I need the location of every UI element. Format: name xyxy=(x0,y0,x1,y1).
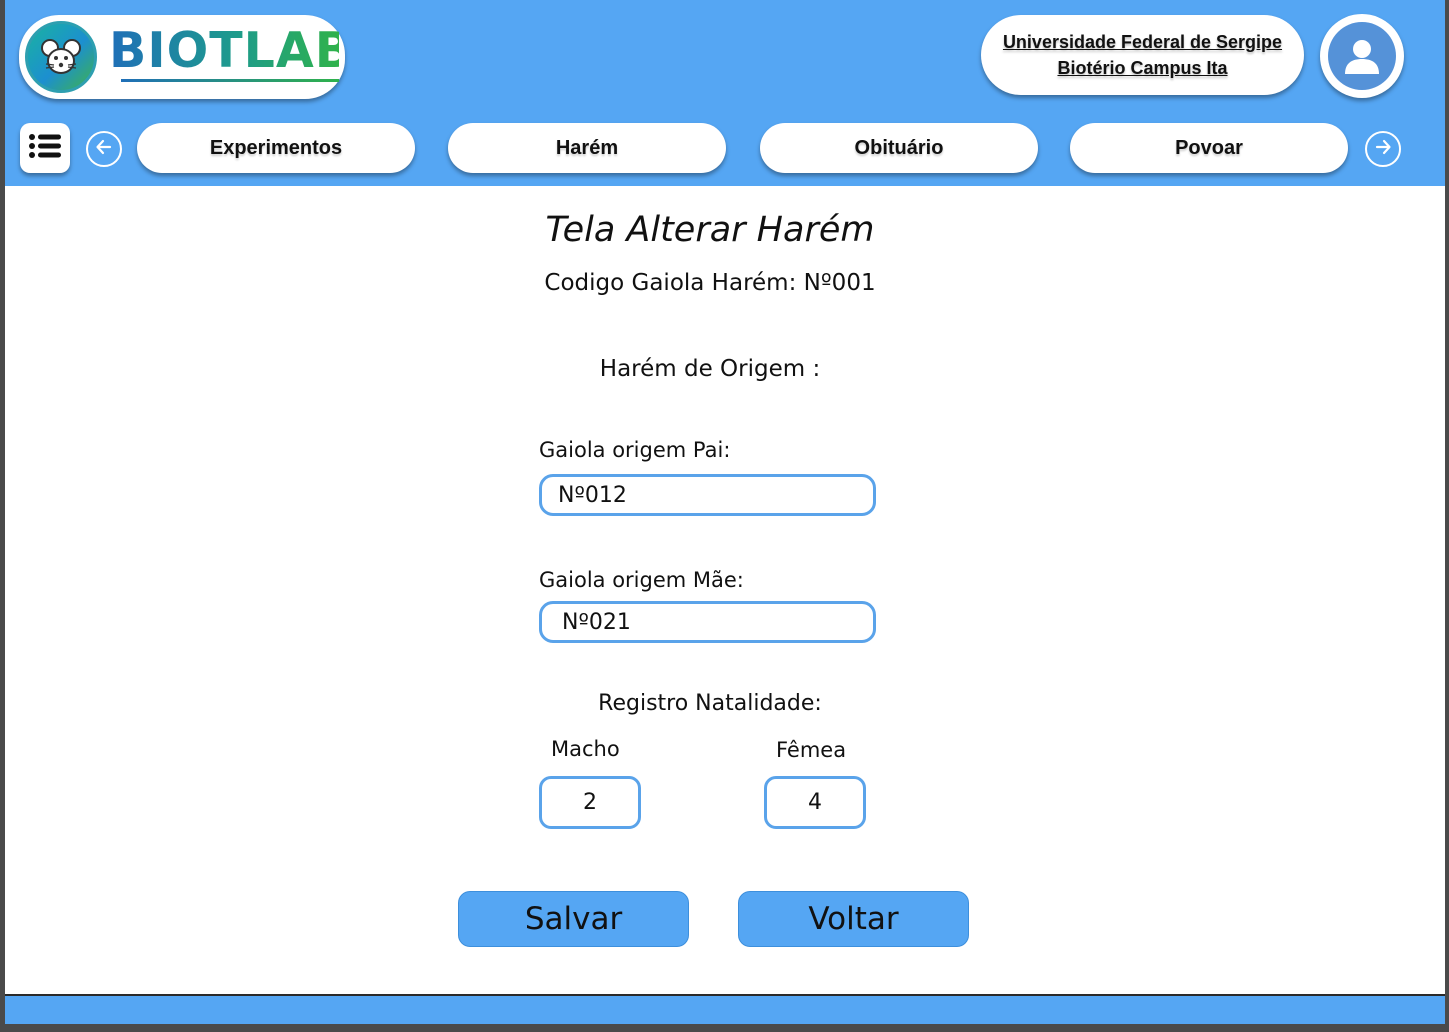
logo-text: BIOTLAB xyxy=(109,22,354,79)
tab-experimentos[interactable]: Experimentos xyxy=(137,123,415,173)
mouse-icon xyxy=(25,21,97,93)
origin-heading: Harém de Origem : xyxy=(599,356,821,382)
female-label: Fêmea xyxy=(776,738,847,762)
footer-bar xyxy=(5,994,1445,1024)
menu-button[interactable] xyxy=(20,123,70,173)
page-title: Tela Alterar Harém xyxy=(545,210,875,250)
tab-harem[interactable]: Harém xyxy=(448,123,726,173)
mother-cage-label: Gaiola origem Mãe: xyxy=(539,568,744,592)
header-bar: BIOTLAB Universidade Federal de Sergipe … xyxy=(5,0,1445,186)
next-button[interactable] xyxy=(1365,131,1401,167)
user-icon xyxy=(1328,22,1396,90)
save-button[interactable]: Salvar xyxy=(458,891,689,947)
institution-campus: Biotério Campus Ita xyxy=(1057,58,1228,78)
father-cage-label: Gaiola origem Pai: xyxy=(539,438,731,462)
female-count-input[interactable] xyxy=(764,776,866,829)
tab-povoar[interactable]: Povoar xyxy=(1070,123,1348,173)
institution-badge: Universidade Federal de Sergipe Biotério… xyxy=(981,15,1304,95)
male-label: Macho xyxy=(551,737,620,761)
back-button[interactable]: Voltar xyxy=(738,891,969,947)
tab-obituario[interactable]: Obituário xyxy=(760,123,1038,173)
cage-code: Codigo Gaiola Harém: Nº001 xyxy=(544,270,876,296)
app-window: BIOTLAB Universidade Federal de Sergipe … xyxy=(5,0,1445,1024)
male-count-input[interactable] xyxy=(539,776,641,829)
avatar[interactable] xyxy=(1320,14,1404,98)
logo-underline xyxy=(121,79,339,82)
prev-button[interactable] xyxy=(86,131,122,167)
arrow-left-icon xyxy=(94,137,114,161)
father-cage-input[interactable] xyxy=(539,474,876,516)
birth-record-heading: Registro Natalidade: xyxy=(598,691,822,716)
logo-badge[interactable]: BIOTLAB xyxy=(19,15,354,99)
list-icon xyxy=(29,134,61,162)
mother-cage-input[interactable] xyxy=(539,601,876,643)
arrow-right-icon xyxy=(1373,137,1393,161)
institution-name: Universidade Federal de Sergipe xyxy=(1002,32,1283,52)
